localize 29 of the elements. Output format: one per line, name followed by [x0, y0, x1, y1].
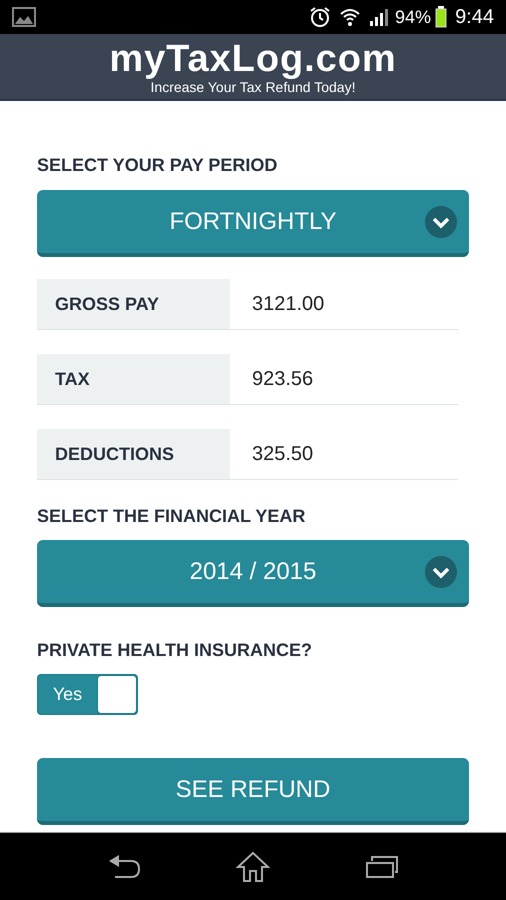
chevron-down-icon: [425, 556, 457, 588]
field-label: DEDUCTIONS: [37, 429, 230, 479]
toggle-thumb: [97, 675, 137, 714]
toggle-switch[interactable]: Yes: [37, 674, 138, 715]
pay-period-dropdown[interactable]: FORTNIGHTLY: [37, 190, 469, 257]
toggle-label: Yes: [52, 683, 84, 706]
wifi-icon: [339, 7, 362, 27]
gallery-icon: [12, 7, 36, 27]
tagline: Increase Your Tax Refund Today!: [150, 78, 356, 94]
home-icon[interactable]: [236, 850, 270, 882]
section-label: SELECT YOUR PAY PERIOD: [37, 154, 278, 177]
clock-time: 9:44: [455, 5, 494, 30]
section-label: PRIVATE HEALTH INSURANCE?: [37, 639, 314, 662]
section-label: SELECT THE FINANCIAL YEAR: [37, 505, 306, 528]
input-field[interactable]: 325.50: [230, 429, 458, 479]
recent-apps-icon[interactable]: [364, 854, 399, 878]
input-field[interactable]: 923.56: [230, 354, 458, 404]
see-refund-button[interactable]: SEE REFUND: [37, 758, 469, 825]
battery-icon: [435, 6, 448, 28]
logo: myTaxLog.com: [109, 38, 397, 78]
back-icon[interactable]: [107, 854, 142, 880]
alarm-icon: [309, 6, 332, 28]
battery-percent: 94%: [395, 6, 432, 28]
financial-year-dropdown[interactable]: 2014 / 2015: [37, 540, 469, 607]
chevron-down-icon: [425, 206, 457, 238]
field-label: TAX: [37, 354, 230, 404]
input-field[interactable]: 3121.00: [230, 279, 458, 329]
signal-icon: [369, 8, 390, 26]
field-label: GROSS PAY: [37, 279, 230, 329]
